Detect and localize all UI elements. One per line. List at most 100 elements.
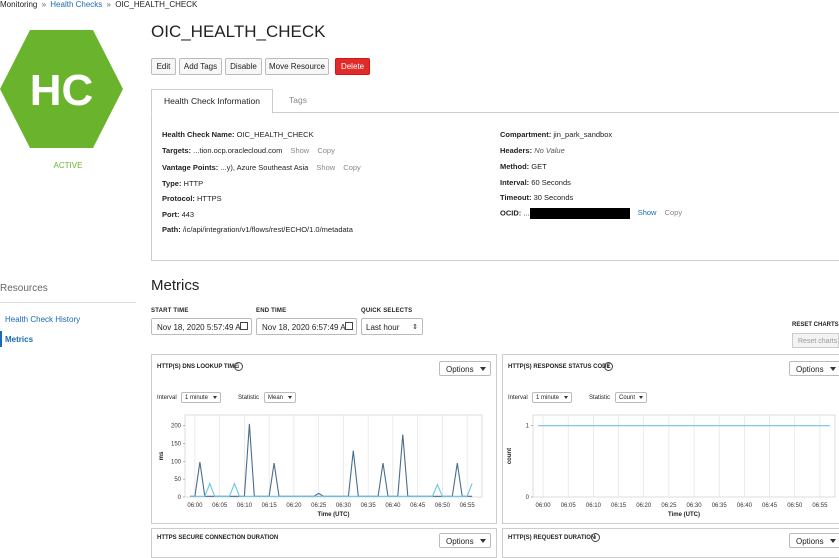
vantage-copy-link[interactable]: Copy bbox=[343, 163, 361, 172]
quick-selects-label: QUICK SELECTS bbox=[361, 308, 413, 314]
statistic-value: Mean bbox=[268, 395, 284, 401]
info-timeout-value: 30 Seconds bbox=[533, 193, 574, 202]
caret-down-icon bbox=[830, 539, 836, 543]
info-interval-label: Interval: bbox=[500, 178, 530, 187]
statistic-label: Statistic bbox=[238, 395, 260, 401]
breadcrumb-health-checks[interactable]: Health Checks bbox=[50, 0, 102, 9]
start-time-value: Nov 18, 2020 5:57:49 A bbox=[157, 323, 241, 332]
info-compartment-value[interactable]: jin_park_sandbox bbox=[553, 130, 612, 139]
delete-button[interactable]: Delete bbox=[335, 58, 370, 75]
info-headers-value: No Value bbox=[534, 146, 565, 155]
edit-button[interactable]: Edit bbox=[151, 58, 176, 75]
reset-charts-button[interactable]: Reset charts bbox=[792, 333, 839, 348]
info-method-value: GET bbox=[531, 162, 547, 171]
tab-health-check-information[interactable]: Health Check Information bbox=[151, 89, 273, 114]
vantage-show-link[interactable]: Show bbox=[316, 163, 335, 172]
info-icon[interactable]: i bbox=[591, 533, 600, 542]
interval-dropdown[interactable]: 1 minute bbox=[181, 392, 221, 403]
targets-show-link[interactable]: Show bbox=[290, 146, 309, 155]
info-ocid-label: OCID: bbox=[500, 208, 522, 218]
add-tags-button[interactable]: Add Tags bbox=[179, 58, 222, 75]
chevron-updown-icon: ⇕ bbox=[412, 324, 418, 331]
options-button[interactable]: Options bbox=[439, 361, 491, 376]
caret-down-icon bbox=[480, 367, 486, 371]
series-line-2 bbox=[190, 481, 473, 497]
statistic-dropdown[interactable]: Mean bbox=[264, 392, 296, 403]
options-label: Options bbox=[446, 365, 474, 374]
options-button[interactable]: Options bbox=[789, 533, 839, 548]
x-tick-label: 06:35 bbox=[361, 503, 377, 509]
info-path-label: Path: bbox=[162, 225, 181, 234]
info-timeout-label: Timeout: bbox=[500, 193, 532, 202]
tab-tags[interactable]: Tags bbox=[273, 89, 323, 112]
quick-selects-value: Last hour bbox=[366, 323, 400, 332]
info-path-row: Path: /ic/api/integration/v1/flows/rest/… bbox=[162, 225, 353, 234]
info-port-row: Port: 443 bbox=[162, 210, 194, 219]
info-interval-row: Interval: 60 Seconds bbox=[500, 178, 571, 187]
x-tick-label: 06:20 bbox=[636, 503, 652, 509]
start-time-label: START TIME bbox=[151, 308, 189, 314]
targets-copy-link[interactable]: Copy bbox=[317, 146, 335, 155]
interval-label: Interval bbox=[508, 395, 528, 401]
chart-title: HTTP(S) DNS LOOKUP TIME bbox=[157, 364, 239, 370]
y-axis-label: count bbox=[507, 448, 513, 464]
x-tick-label: 06:55 bbox=[812, 503, 828, 509]
x-tick-label: 06:55 bbox=[460, 503, 476, 509]
x-tick-label: 06:35 bbox=[712, 503, 728, 509]
info-icon[interactable]: i bbox=[234, 362, 243, 371]
interval-dropdown[interactable]: 1 minute bbox=[532, 392, 572, 403]
caret-down-icon bbox=[830, 367, 836, 371]
info-method-row: Method: GET bbox=[500, 162, 547, 171]
x-tick-label: 06:00 bbox=[187, 503, 203, 509]
chart-title: HTTP(S) RESPONSE STATUS CODE bbox=[508, 364, 611, 370]
breadcrumb-monitoring[interactable]: Monitoring bbox=[0, 0, 37, 9]
x-tick-label: 06:25 bbox=[311, 503, 327, 509]
info-name-value: OIC_HEALTH_CHECK bbox=[236, 130, 314, 139]
sidebar-item-health-check-history[interactable]: Health Check History bbox=[5, 315, 80, 324]
info-targets-row: Targets: ...tion.ocp.oraclecloud.com Sho… bbox=[162, 146, 335, 155]
secure-connection-chart-card: HTTPS SECURE CONNECTION DURATION Options bbox=[151, 528, 497, 558]
info-method-label: Method: bbox=[500, 162, 530, 171]
start-time-input[interactable]: Nov 18, 2020 5:57:49 A bbox=[151, 318, 252, 335]
info-protocol-label: Protocol: bbox=[162, 194, 195, 203]
interval-label: Interval bbox=[157, 395, 177, 401]
ocid-copy-link[interactable]: Copy bbox=[665, 208, 683, 217]
end-time-value: Nov 18, 2020 6:57:49 A bbox=[262, 323, 346, 332]
calendar-icon[interactable] bbox=[345, 322, 353, 330]
end-time-input[interactable]: Nov 18, 2020 6:57:49 A bbox=[256, 318, 357, 335]
response-status-chart-card: HTTP(S) RESPONSE STATUS CODE i Options I… bbox=[502, 354, 839, 524]
status-badge: ACTIVE bbox=[53, 161, 83, 170]
disable-button[interactable]: Disable bbox=[225, 58, 262, 75]
options-label: Options bbox=[796, 365, 824, 374]
statistic-dropdown[interactable]: Count bbox=[615, 392, 647, 403]
x-tick-label: 06:00 bbox=[536, 503, 552, 509]
health-check-info-panel: Health Check Name: OIC_HEALTH_CHECK Targ… bbox=[151, 112, 839, 261]
x-tick-label: 06:50 bbox=[787, 503, 803, 509]
caret-down-icon bbox=[564, 396, 568, 399]
chart-title: HTTPS SECURE CONNECTION DURATION bbox=[157, 535, 279, 541]
quick-selects-dropdown[interactable]: Last hour ⇕ bbox=[361, 318, 423, 335]
move-resource-button[interactable]: Move Resource bbox=[265, 58, 329, 75]
dns-lookup-chart-card: HTTP(S) DNS LOOKUP TIME i Options Interv… bbox=[151, 354, 497, 524]
caret-down-icon bbox=[639, 396, 643, 399]
ocid-show-link[interactable]: Show bbox=[638, 208, 657, 217]
avatar-initials: HC bbox=[30, 66, 94, 115]
info-type-row: Type: HTTP bbox=[162, 179, 203, 188]
info-ocid-row: OCID: ... Show Copy bbox=[500, 208, 682, 219]
info-vantage-value: ...y), Azure Southeast Asia bbox=[220, 163, 309, 172]
x-tick-label: 06:20 bbox=[286, 503, 302, 509]
y-tick-label: 50 bbox=[174, 477, 181, 483]
options-button[interactable]: Options bbox=[439, 533, 491, 548]
x-tick-label: 06:15 bbox=[262, 503, 278, 509]
breadcrumb-separator: » bbox=[41, 0, 47, 9]
breadcrumb-current: OIC_HEALTH_CHECK bbox=[115, 0, 198, 9]
options-button[interactable]: Options bbox=[789, 361, 839, 376]
sidebar-item-metrics[interactable]: Metrics bbox=[5, 335, 33, 344]
x-tick-label: 06:30 bbox=[336, 503, 352, 509]
info-icon[interactable]: i bbox=[604, 362, 613, 371]
info-vantage-label: Vantage Points: bbox=[162, 163, 219, 172]
calendar-icon[interactable] bbox=[240, 322, 248, 330]
breadcrumb-separator: » bbox=[106, 0, 111, 9]
page-title: OIC_HEALTH_CHECK bbox=[151, 22, 326, 41]
info-port-label: Port: bbox=[162, 210, 180, 219]
